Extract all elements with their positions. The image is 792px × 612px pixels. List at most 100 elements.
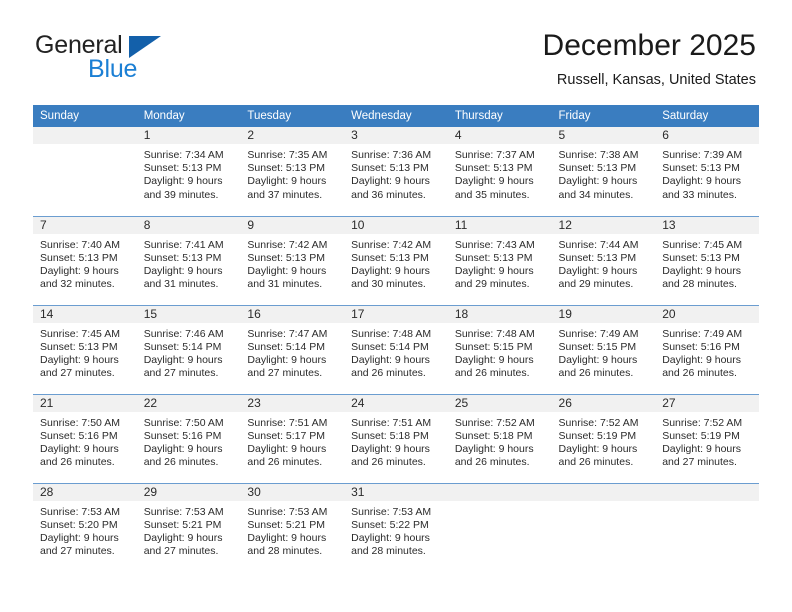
calendar-week-row: 28 Sunrise: 7:53 AM Sunset: 5:20 PM Dayligh… xyxy=(33,482,759,572)
calendar-day-cell[interactable]: 17 Sunrise: 7:48 AM Sunset: 5:14 PM Dayligh… xyxy=(344,304,448,394)
calendar-week-row: 1 Sunrise: 7:34 AM Sunset: 5:13 PM Daylight… xyxy=(33,127,759,216)
daylight-text: Daylight: 9 hours xyxy=(143,531,223,544)
calendar-day-cell[interactable]: 10 Sunrise: 7:42 AM Sunset: 5:13 PM Dayligh… xyxy=(344,215,448,305)
day-number-band: 5 xyxy=(551,127,656,144)
day-number-band: 25 xyxy=(447,394,552,412)
day-number-band: 29 xyxy=(136,483,241,501)
daylight-text: and 36 minutes. xyxy=(351,188,426,201)
day-details: Sunrise: 7:42 AM Sunset: 5:13 PM Daylight:… xyxy=(344,234,448,292)
day-details: Sunrise: 7:50 AM Sunset: 5:16 PM Daylight:… xyxy=(33,412,137,470)
daylight-text: Daylight: 9 hours xyxy=(454,264,534,277)
sunset-text: Sunset: 5:13 PM xyxy=(351,251,429,264)
day-details: Sunrise: 7:51 AM Sunset: 5:18 PM Daylight:… xyxy=(344,412,448,470)
weekday-header-thursday: Thursday xyxy=(447,105,552,127)
sunset-text: Sunset: 5:13 PM xyxy=(662,251,740,264)
day-number: 20 xyxy=(662,306,676,321)
calendar-day-cell[interactable]: 7 Sunrise: 7:40 AM Sunset: 5:13 PM Daylight… xyxy=(33,215,137,305)
daylight-text: and 26 minutes. xyxy=(558,456,634,469)
day-number-band: 13 xyxy=(655,216,759,234)
calendar-day-cell[interactable]: 28 Sunrise: 7:53 AM Sunset: 5:20 PM Dayligh… xyxy=(33,482,137,572)
calendar-day-cell[interactable]: 2 Sunrise: 7:35 AM Sunset: 5:13 PM Daylight… xyxy=(240,127,345,216)
calendar-week-row: 21 Sunrise: 7:50 AM Sunset: 5:16 PM Dayligh… xyxy=(33,393,759,483)
daylight-text: Daylight: 9 hours xyxy=(40,353,119,366)
sunset-text: Sunset: 5:13 PM xyxy=(40,251,118,264)
day-number-band: 2 xyxy=(240,127,345,144)
calendar-day-cell[interactable]: 3 Sunrise: 7:36 AM Sunset: 5:13 PM Daylight… xyxy=(344,127,448,216)
calendar-day-cell[interactable]: 25 Sunrise: 7:52 AM Sunset: 5:18 PM Dayligh… xyxy=(447,393,552,483)
day-number: 17 xyxy=(351,306,365,321)
weekday-header-saturday: Saturday xyxy=(655,105,759,127)
daylight-text: Daylight: 9 hours xyxy=(143,175,223,188)
calendar-day-cell[interactable]: 30 Sunrise: 7:53 AM Sunset: 5:21 PM Dayligh… xyxy=(240,482,345,572)
sunset-text: Sunset: 5:16 PM xyxy=(40,429,118,442)
day-details: Sunrise: 7:39 AM Sunset: 5:13 PM Daylight:… xyxy=(655,144,759,202)
sunrise-text: Sunrise: 7:50 AM xyxy=(40,416,120,429)
calendar-day-cell[interactable]: 24 Sunrise: 7:51 AM Sunset: 5:18 PM Dayligh… xyxy=(344,393,448,483)
day-number-band: 12 xyxy=(551,216,656,234)
sunset-text: Sunset: 5:13 PM xyxy=(40,340,118,353)
day-details xyxy=(33,144,137,149)
calendar-day-cell[interactable]: 23 Sunrise: 7:51 AM Sunset: 5:17 PM Dayligh… xyxy=(240,393,345,483)
calendar-day-cell[interactable]: 13 Sunrise: 7:45 AM Sunset: 5:13 PM Dayligh… xyxy=(655,215,759,305)
calendar-day-cell[interactable]: 11 Sunrise: 7:43 AM Sunset: 5:13 PM Dayligh… xyxy=(447,215,552,305)
calendar-day-cell[interactable]: 31 Sunrise: 7:53 AM Sunset: 5:22 PM Dayligh… xyxy=(344,482,448,572)
calendar-day-cell[interactable]: 21 Sunrise: 7:50 AM Sunset: 5:16 PM Dayligh… xyxy=(33,393,137,483)
day-number: 7 xyxy=(40,217,47,232)
calendar-day-cell[interactable]: 4 Sunrise: 7:37 AM Sunset: 5:13 PM Daylight… xyxy=(447,127,552,216)
daylight-text: and 32 minutes. xyxy=(40,278,115,291)
daylight-text: Daylight: 9 hours xyxy=(351,175,430,188)
daylight-text: and 26 minutes. xyxy=(662,367,737,380)
calendar-day-cell[interactable]: 26 Sunrise: 7:52 AM Sunset: 5:19 PM Dayligh… xyxy=(551,393,656,483)
day-number: 13 xyxy=(662,217,676,232)
calendar-day-cell[interactable]: 12 Sunrise: 7:44 AM Sunset: 5:13 PM Dayligh… xyxy=(551,215,656,305)
sunrise-text: Sunrise: 7:53 AM xyxy=(40,505,120,518)
sunset-text: Sunset: 5:13 PM xyxy=(454,162,533,175)
calendar-day-cell[interactable]: 6 Sunrise: 7:39 AM Sunset: 5:13 PM Daylight… xyxy=(655,127,759,216)
calendar-day-cell[interactable]: 16 Sunrise: 7:47 AM Sunset: 5:14 PM Dayligh… xyxy=(240,304,345,394)
daylight-text: Daylight: 9 hours xyxy=(558,264,638,277)
day-number: 28 xyxy=(40,484,54,499)
calendar-day-cell[interactable]: 29 Sunrise: 7:53 AM Sunset: 5:21 PM Dayligh… xyxy=(136,482,241,572)
day-number: 19 xyxy=(558,306,572,321)
page-header: General Blue December 2025 Russell, Kans… xyxy=(0,0,792,104)
location-subtitle: Russell, Kansas, United States xyxy=(556,72,756,88)
day-details: Sunrise: 7:50 AM Sunset: 5:16 PM Daylight:… xyxy=(137,412,241,470)
day-number-band xyxy=(551,483,656,501)
day-number-band: 9 xyxy=(240,216,345,234)
calendar-day-cell[interactable]: 20 Sunrise: 7:49 AM Sunset: 5:16 PM Dayligh… xyxy=(655,304,759,394)
sunset-text: Sunset: 5:13 PM xyxy=(247,251,326,264)
daylight-text: and 30 minutes. xyxy=(351,278,426,291)
sunset-text: Sunset: 5:13 PM xyxy=(351,162,429,175)
calendar-day-cell[interactable]: 14 Sunrise: 7:45 AM Sunset: 5:13 PM Dayligh… xyxy=(33,304,137,394)
daylight-text: and 26 minutes. xyxy=(454,456,530,469)
calendar-day-cell[interactable]: 8 Sunrise: 7:41 AM Sunset: 5:13 PM Daylight… xyxy=(136,215,241,305)
calendar-day-cell[interactable]: 19 Sunrise: 7:49 AM Sunset: 5:15 PM Dayligh… xyxy=(551,304,656,394)
calendar-day-cell[interactable]: 5 Sunrise: 7:38 AM Sunset: 5:13 PM Daylight… xyxy=(551,127,656,216)
day-number-band: 7 xyxy=(33,216,137,234)
daylight-text: and 27 minutes. xyxy=(143,367,219,380)
calendar-day-cell[interactable]: 1 Sunrise: 7:34 AM Sunset: 5:13 PM Daylight… xyxy=(136,127,241,216)
sunset-text: Sunset: 5:13 PM xyxy=(143,162,222,175)
day-number-band xyxy=(447,483,552,501)
sunrise-text: Sunrise: 7:52 AM xyxy=(662,416,743,429)
sunrise-text: Sunrise: 7:52 AM xyxy=(454,416,535,429)
sunset-text: Sunset: 5:16 PM xyxy=(662,340,740,353)
day-details xyxy=(655,501,759,506)
sunset-text: Sunset: 5:19 PM xyxy=(662,429,740,442)
sunrise-text: Sunrise: 7:42 AM xyxy=(247,238,328,251)
logo-text-blue: Blue xyxy=(88,55,138,83)
day-details: Sunrise: 7:53 AM Sunset: 5:21 PM Daylight:… xyxy=(240,501,344,559)
calendar-day-cell[interactable]: 18 Sunrise: 7:48 AM Sunset: 5:15 PM Dayligh… xyxy=(447,304,552,394)
calendar-day-cell[interactable]: 9 Sunrise: 7:42 AM Sunset: 5:13 PM Daylight… xyxy=(240,215,345,305)
day-details xyxy=(448,501,552,506)
sunset-text: Sunset: 5:13 PM xyxy=(662,162,740,175)
day-number-band: 26 xyxy=(551,394,656,412)
calendar-day-cell[interactable]: 27 Sunrise: 7:52 AM Sunset: 5:19 PM Dayligh… xyxy=(655,393,759,483)
day-number: 29 xyxy=(143,484,158,499)
daylight-text: Daylight: 9 hours xyxy=(247,531,327,544)
calendar-day-cell[interactable]: 15 Sunrise: 7:46 AM Sunset: 5:14 PM Dayligh… xyxy=(136,304,241,394)
general-blue-logo[interactable]: General Blue xyxy=(35,33,235,87)
sunrise-text: Sunrise: 7:46 AM xyxy=(143,327,224,340)
daylight-text: and 26 minutes. xyxy=(558,367,634,380)
calendar-day-cell[interactable]: 22 Sunrise: 7:50 AM Sunset: 5:16 PM Dayligh… xyxy=(136,393,241,483)
